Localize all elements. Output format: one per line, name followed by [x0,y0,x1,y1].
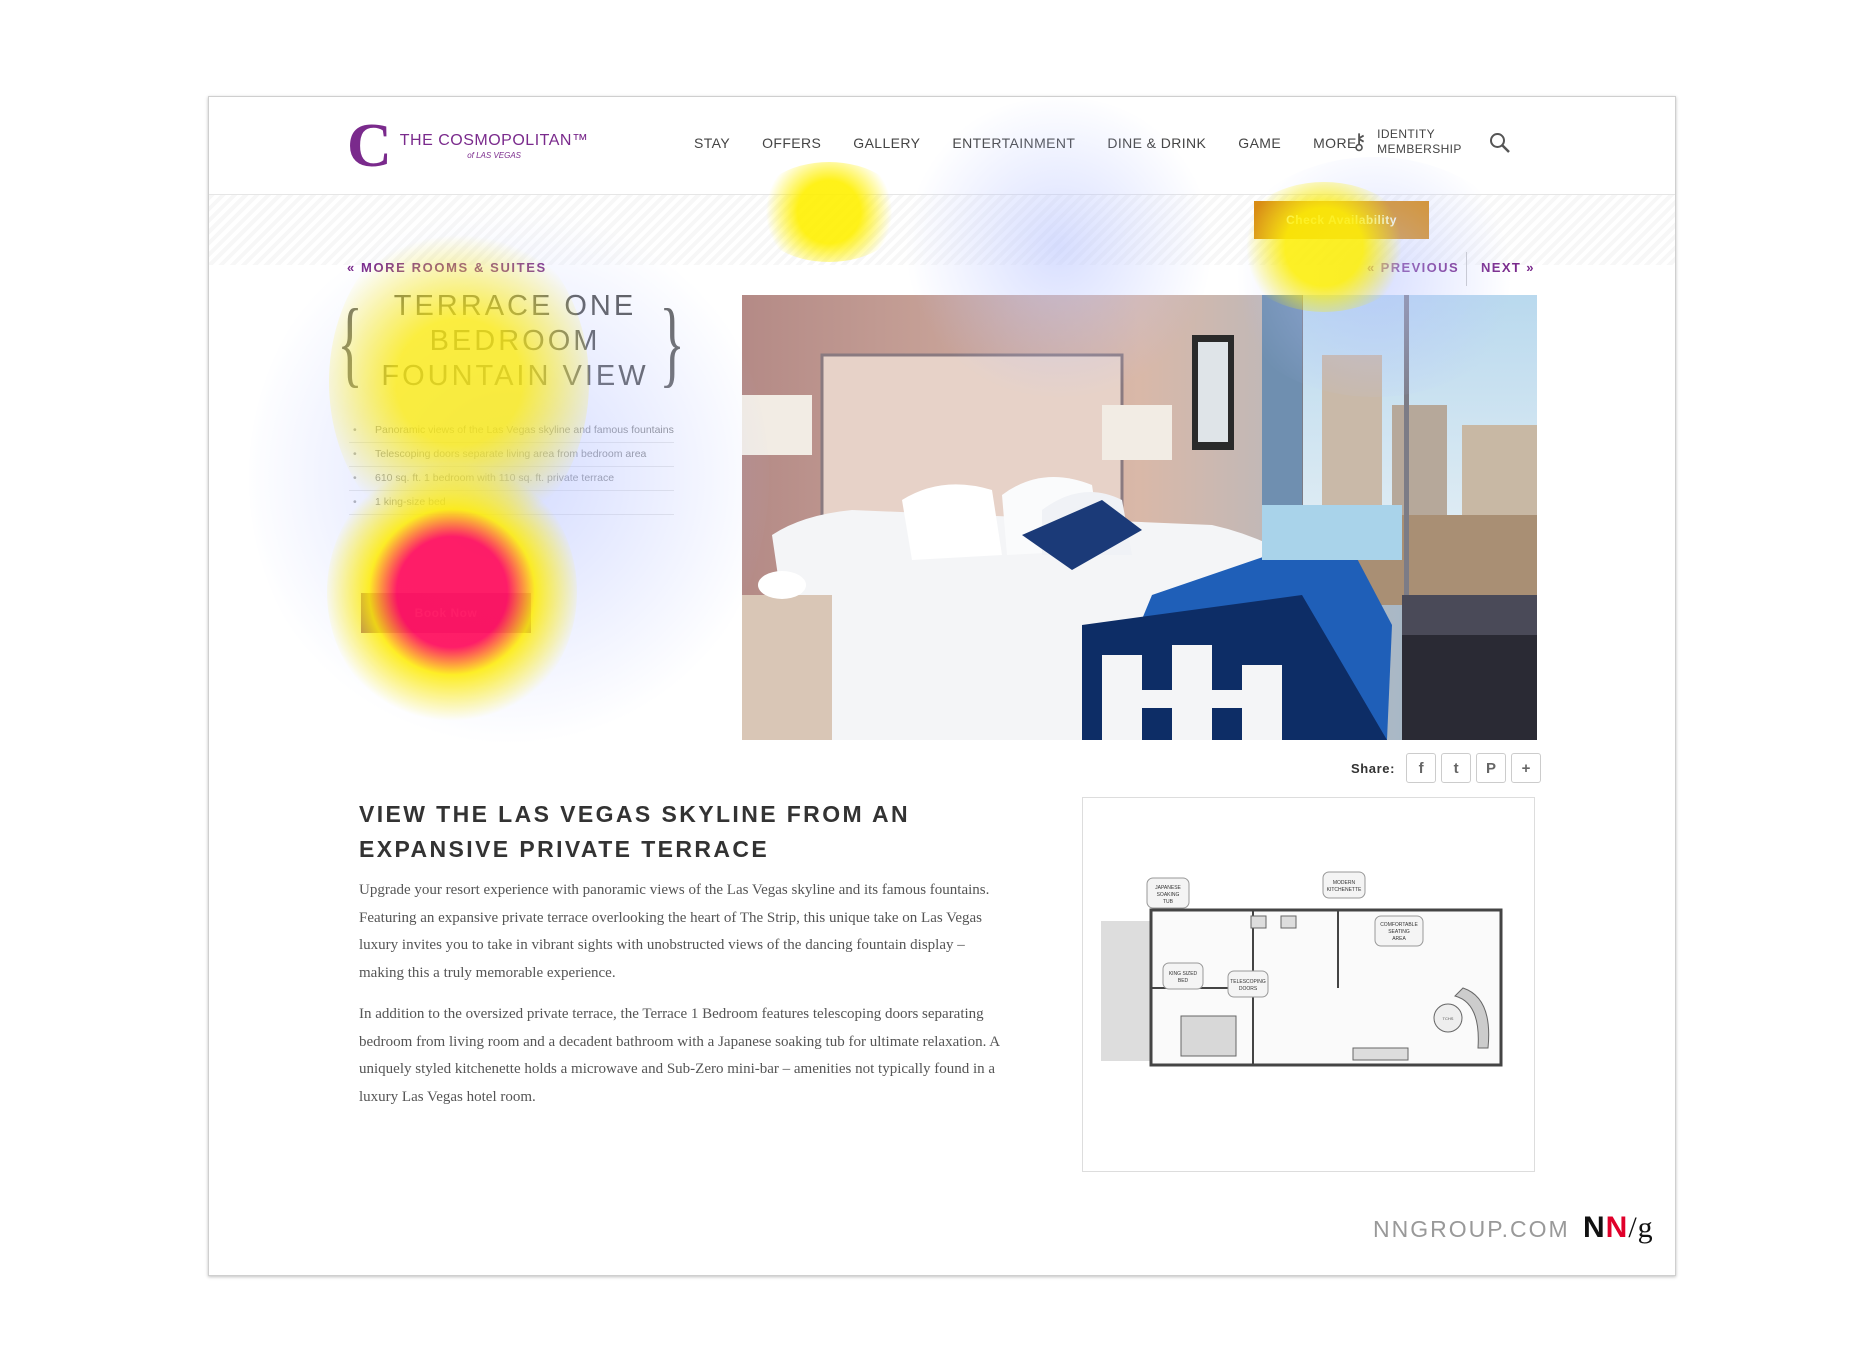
twitter-icon[interactable]: t [1441,753,1472,783]
kitchen-label: MODERN [1333,880,1356,886]
feature-item: 1 king-size bed [349,491,674,515]
nav-stay[interactable]: STAY [694,135,730,151]
kitchen-label: KITCHENETTE [1327,887,1362,893]
nngroup-url: NNGROUP.COM [1373,1216,1570,1242]
check-availability-button[interactable]: Check Availability [1254,201,1429,239]
identity-line2: MEMBERSHIP [1377,142,1462,156]
share-label: Share: [1351,760,1396,776]
tub-label: TUB [1163,899,1174,905]
logo-n: N [1583,1211,1606,1244]
doors-label: TELESCOPING [1230,979,1266,985]
more-rooms-link[interactable]: « MORE ROOMS & SUITES [347,260,547,275]
identity-membership-link[interactable]: ⚷ IDENTITY MEMBERSHIP [1351,127,1462,157]
callout-seating: COMFORTABLE SEATING AREA [1374,915,1424,947]
brand-letter: C [347,112,392,180]
content-headline: VIEW THE LAS VEGAS SKYLINE FROM AN EXPAN… [359,797,919,867]
page-frame: C THE COSMOPOLITAN™ of LAS VEGAS STAY OF… [208,96,1676,1276]
pattern-band [209,195,1675,265]
room-features-list: Panoramic views of the Las Vegas skyline… [349,419,674,515]
floor-plan-drawing: JAPANESE SOAKING TUB MODERN KITCHENETTE … [1101,871,1503,1067]
nav-game[interactable]: GAME [1238,135,1281,151]
logo-g: /g [1628,1211,1654,1244]
room-title-line: BEDROOM [429,325,601,357]
room-title-line: TERRACE ONE [393,290,637,322]
room-nav-divider [1466,252,1467,286]
brand-name: THE COSMOPOLITAN™ [399,132,589,149]
feature-item: Panoramic views of the Las Vegas skyline… [349,419,674,443]
previous-link[interactable]: « PREVIOUS [1367,260,1459,275]
seating-label: SEATING [1388,929,1410,935]
nng-logo: NN/g [1583,1211,1654,1245]
book-now-button[interactable]: Book Now [361,593,531,633]
room-title-line: FOUNTAIN VIEW [381,360,649,392]
room-photo[interactable] [742,295,1537,740]
callout-doors: TELESCOPING DOORS [1227,970,1269,998]
feature-item: Telescoping doors separate living area f… [349,443,674,467]
pinterest-icon[interactable]: P [1476,753,1507,783]
nav-offers[interactable]: OFFERS [762,135,821,151]
nav-gallery[interactable]: GALLERY [853,135,920,151]
nav-entertainment[interactable]: ENTERTAINMENT [952,135,1075,151]
bed-label: BED [1178,978,1189,984]
feature-item: 610 sq. ft. 1 bedroom with 110 sq. ft. p… [349,467,674,491]
identity-line1: IDENTITY [1377,127,1435,141]
main-nav: STAY OFFERS GALLERY ENTERTAINMENT DINE &… [694,135,1389,151]
headline-line: VIEW THE LAS VEGAS SKYLINE FROM AN [359,801,910,827]
callout-bed: KING SIZED BED [1162,962,1204,990]
logo-n: N [1605,1211,1629,1244]
brand-logo[interactable]: C THE COSMOPOLITAN™ of LAS VEGAS [347,112,589,180]
left-brace: { [337,289,363,396]
headline-line: EXPANSIVE PRIVATE TERRACE [359,836,770,862]
body-paragraph: In addition to the oversized private ter… [359,1006,1000,1105]
body-paragraph: Upgrade your resort experience with pano… [359,882,990,981]
key-icon: ⚷ [1351,129,1368,154]
table-label: TCHS [1443,1016,1454,1021]
next-link[interactable]: NEXT » [1481,260,1535,275]
tub-label: SOAKING [1157,892,1180,898]
site-header: C THE COSMOPOLITAN™ of LAS VEGAS STAY OF… [209,97,1675,195]
seating-label: COMFORTABLE [1380,922,1418,928]
callout-tub: JAPANESE SOAKING TUB [1146,877,1190,909]
nav-dine-drink[interactable]: DINE & DRINK [1107,135,1206,151]
brand-subtitle: of LAS VEGAS [467,151,522,160]
room-title: TERRACE ONE BEDROOM FOUNTAIN VIEW [365,289,665,394]
search-icon[interactable] [1489,132,1511,154]
plus-icon[interactable]: + [1511,753,1542,783]
content-body: Upgrade your resort experience with pano… [359,877,1004,1125]
share-bar: Share: f t P + [1351,753,1542,783]
seating-label: AREA [1392,936,1406,942]
floor-plan[interactable]: JAPANESE SOAKING TUB MODERN KITCHENETTE … [1082,797,1535,1172]
facebook-icon[interactable]: f [1406,753,1437,783]
bed-label: KING SIZED [1169,971,1198,977]
tub-label: JAPANESE [1155,885,1181,891]
doors-label: DOORS [1239,986,1258,992]
callout-kitchen: MODERN KITCHENETTE [1322,871,1366,899]
